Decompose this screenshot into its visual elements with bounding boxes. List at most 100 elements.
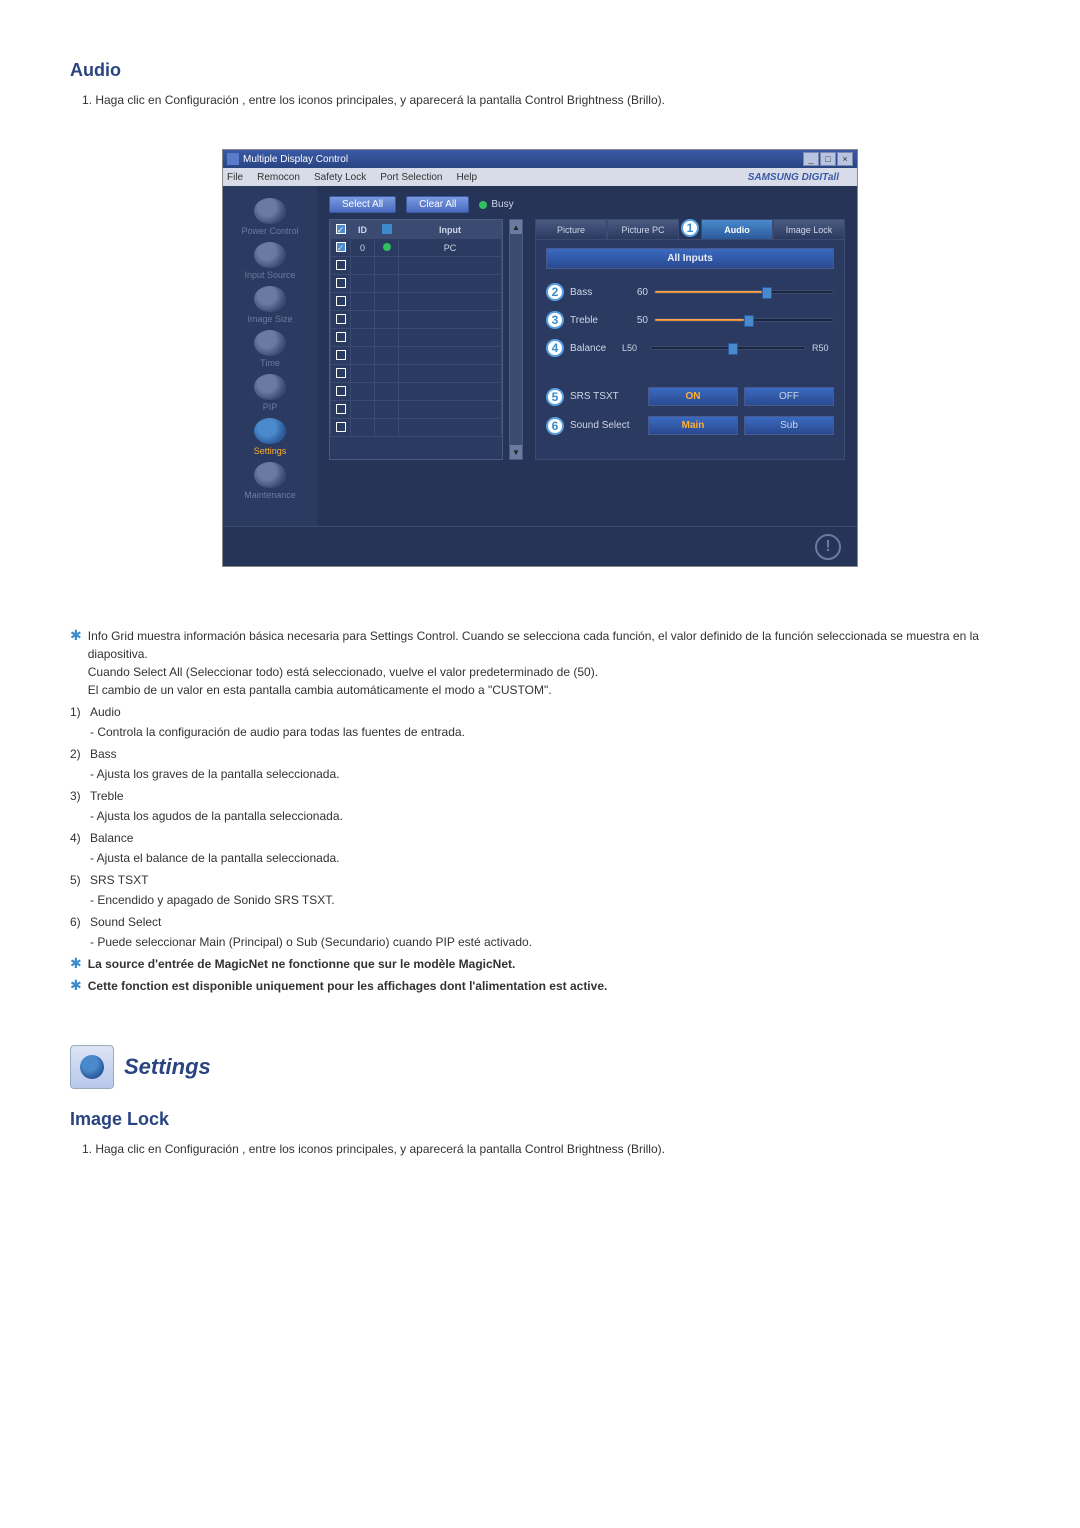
callout-6: 6 [546,417,564,435]
window-title: Multiple Display Control [243,154,348,165]
close-button[interactable]: × [837,152,853,166]
srs-label: SRS TSXT [570,391,642,402]
settings-section-icon [70,1045,114,1089]
bass-slider[interactable] [654,290,834,294]
menu-port-selection[interactable]: Port Selection [380,172,442,183]
select-all-button[interactable]: Select All [329,196,396,213]
srs-off-button[interactable]: OFF [744,387,834,406]
menubar: File Remocon Safety Lock Port Selection … [223,168,857,186]
tab-picture-pc[interactable]: Picture PC [607,219,679,239]
app-icon [227,153,239,165]
table-row[interactable] [331,383,502,401]
brand-label: SAMSUNG DIGITall [748,172,839,183]
menu-help[interactable]: Help [456,172,477,183]
srs-on-button[interactable]: ON [648,387,738,406]
sidebar-item-power[interactable]: Power Control [227,196,313,238]
menu-remocon[interactable]: Remocon [257,172,300,183]
table-row[interactable] [331,311,502,329]
busy-dot-icon [479,201,487,209]
star-icon: ✱ [70,978,82,995]
srs-row: 5 SRS TSXT ON OFF [546,387,834,406]
sidebar-item-time[interactable]: Time [227,328,313,370]
maintenance-icon [254,462,286,488]
help-icon[interactable]: ! [815,534,841,560]
sidebar-item-image-size[interactable]: Image Size [227,284,313,326]
col-input: Input [399,221,502,239]
busy-indicator: Busy [479,199,513,210]
col-status [375,221,399,239]
sidebar-item-settings[interactable]: Settings [227,416,313,458]
table-row[interactable]: ✓ 0 PC [331,239,502,257]
treble-slider[interactable] [654,318,834,322]
notes-block: ✱ Info Grid muestra información básica n… [70,627,1010,995]
treble-row: 3 Treble 50 [546,311,834,329]
callout-1: 1 [681,219,699,237]
scroll-down-icon[interactable]: ▼ [510,445,522,459]
input-icon [254,242,286,268]
sound-main-button[interactable]: Main [648,416,738,435]
sidebar-item-input[interactable]: Input Source [227,240,313,282]
image-size-icon [254,286,286,312]
scroll-up-icon[interactable]: ▲ [510,220,522,234]
callout-2: 2 [546,283,564,301]
callout-3: 3 [546,311,564,329]
image-lock-heading: Image Lock [70,1109,1010,1130]
info-grid: ✓ ID Input ✓ 0 PC [329,219,503,460]
star-icon: ✱ [70,628,82,699]
note-bold: Cette fonction est disponible uniquement… [88,977,608,995]
all-inputs-badge: All Inputs [546,248,834,269]
settings-icon [254,418,286,444]
tab-audio[interactable]: Audio [701,219,773,239]
table-row[interactable] [331,401,502,419]
tab-picture[interactable]: Picture [535,219,607,239]
bass-value: 60 [622,287,648,298]
table-row[interactable] [331,347,502,365]
tabs: Picture Picture PC 1 Audio Image Lock [535,219,845,239]
audio-step: 1. Haga clic en Configuración , entre lo… [82,91,1010,109]
sound-sub-button[interactable]: Sub [744,416,834,435]
settings-title: Settings [124,1054,211,1080]
row-checkbox[interactable]: ✓ [336,242,346,252]
pip-icon [254,374,286,400]
sidebar: Power Control Input Source Image Size Ti… [223,186,317,526]
note-text: El cambio de un valor en esta pantalla c… [88,681,1010,699]
time-icon [254,330,286,356]
callout-4: 4 [546,339,564,357]
balance-slider[interactable] [650,346,806,350]
table-row[interactable] [331,419,502,437]
minimize-button[interactable]: _ [803,152,819,166]
titlebar: Multiple Display Control _ □ × [223,150,857,168]
sound-select-label: Sound Select [570,420,642,431]
balance-right: R50 [812,343,834,353]
note-bold: La source d'entrée de MagicNet ne foncti… [88,955,516,973]
table-row[interactable] [331,365,502,383]
balance-label: Balance [570,343,616,354]
sidebar-item-pip[interactable]: PIP [227,372,313,414]
scrollbar[interactable]: ▲ ▼ [509,219,523,460]
sound-select-row: 6 Sound Select Main Sub [546,416,834,435]
image-lock-step: 1. Haga clic en Configuración , entre lo… [82,1140,1010,1158]
menu-safety-lock[interactable]: Safety Lock [314,172,366,183]
star-icon: ✱ [70,956,82,973]
table-row[interactable] [331,275,502,293]
note-text: Cuando Select All (Seleccionar todo) est… [88,663,1010,681]
menu-file[interactable]: File [227,172,243,183]
balance-left: L50 [622,343,644,353]
balance-row: 4 Balance L50 R50 [546,339,834,357]
table-row[interactable] [331,293,502,311]
audio-heading: Audio [70,60,1010,81]
note-text: Info Grid muestra información básica nec… [88,627,1010,663]
clear-all-button[interactable]: Clear All [406,196,469,213]
app-footer: ! [223,526,857,566]
col-checkbox[interactable]: ✓ [331,221,351,239]
power-icon [254,198,286,224]
sidebar-item-maintenance[interactable]: Maintenance [227,460,313,502]
main-pane: Select All Clear All Busy ✓ ID Input [317,186,857,526]
maximize-button[interactable]: □ [820,152,836,166]
bass-label: Bass [570,287,616,298]
settings-header: Settings [70,1045,1010,1089]
table-row[interactable] [331,257,502,275]
bass-row: 2 Bass 60 [546,283,834,301]
tab-image-lock[interactable]: Image Lock [773,219,845,239]
table-row[interactable] [331,329,502,347]
